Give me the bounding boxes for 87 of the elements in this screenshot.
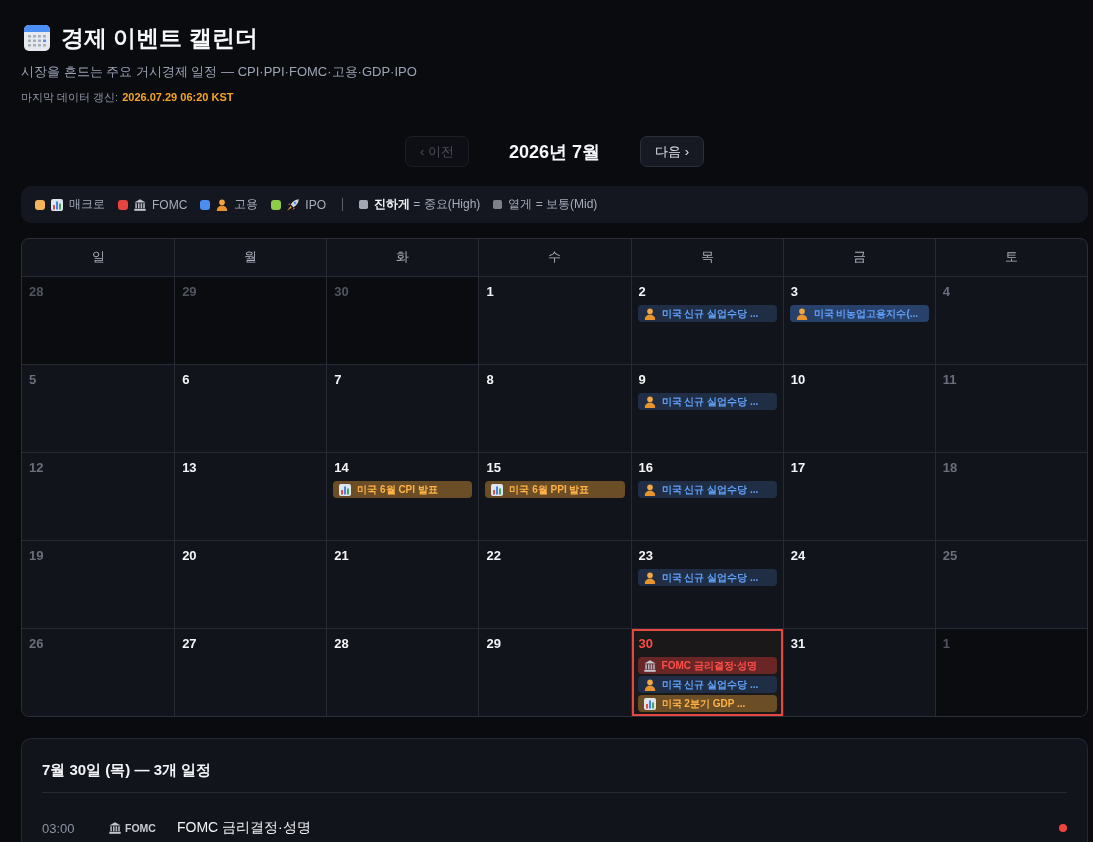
day-number: 28 xyxy=(334,636,349,652)
day-number: 6 xyxy=(182,372,190,388)
legend-label: FOMC xyxy=(152,197,188,212)
person-icon xyxy=(795,307,808,320)
day-number: 11 xyxy=(942,372,957,388)
day-number: 14 xyxy=(334,460,349,476)
day-number: 15 xyxy=(486,460,501,476)
calendar-icon xyxy=(24,25,50,51)
bar-chart-icon xyxy=(51,198,63,211)
day-number: 2 xyxy=(638,284,646,300)
day-number: 4 xyxy=(942,284,951,300)
weekday-header: 일 xyxy=(90,249,106,266)
day-number: 17 xyxy=(790,460,806,476)
event-chip[interactable]: 미국 신규 실업수당 ... xyxy=(637,676,777,693)
day-number: 26 xyxy=(29,636,44,652)
day-number: 1 xyxy=(942,636,951,652)
day-number: 5 xyxy=(29,372,37,388)
day-number: 7 xyxy=(334,372,342,388)
day-number: 28 xyxy=(29,284,44,300)
day-number: 3 xyxy=(790,284,798,300)
building-icon xyxy=(643,659,656,672)
day-number: 18 xyxy=(942,460,958,476)
next-month-button[interactable]: 다음 › xyxy=(640,136,704,167)
person-icon xyxy=(643,395,656,408)
event-chip[interactable]: 미국 신규 실업수당 ... xyxy=(637,569,777,586)
day-number: 29 xyxy=(182,284,197,300)
event-chip[interactable]: 미국 신규 실업수당 ... xyxy=(637,481,777,498)
day-number: 21 xyxy=(334,548,349,564)
event-chip[interactable]: 미국 2분기 GDP ... xyxy=(637,695,777,712)
weekday-header: 토 xyxy=(934,239,1087,276)
event-chip[interactable]: 미국 비농업고용지수(... xyxy=(789,305,929,322)
weekday-header: 수 xyxy=(478,239,631,276)
legend-label: IPO xyxy=(305,197,326,212)
weekday-header: 금 xyxy=(782,239,935,276)
swatch-icon xyxy=(493,200,503,209)
weekday-header: 화 xyxy=(326,239,479,276)
day-number: 12 xyxy=(29,460,44,476)
day-number: 19 xyxy=(29,548,44,564)
update-timestamp: 2026.07.29 06:20 KST xyxy=(122,90,234,105)
day-number: 22 xyxy=(486,548,501,564)
event-chip[interactable]: 미국 6월 PPI 발표 xyxy=(485,481,625,498)
page-subtitle: 시장을 흔드는 주요 거시경제 일정 — CPI·PPI·FOMC·고용·GDP·IPO xyxy=(21,63,417,81)
event-title: FOMC 금리결정·성명 xyxy=(177,819,312,837)
month-title: 2026년 7월 xyxy=(508,140,601,164)
update-label: 마지막 데이터 갱신: xyxy=(21,90,119,105)
rocket-icon xyxy=(287,198,300,211)
day-number: 30 xyxy=(638,636,654,652)
person-icon xyxy=(643,307,656,320)
day-number: 10 xyxy=(790,372,806,388)
person-icon xyxy=(216,198,229,211)
event-chip[interactable]: 미국 6월 CPI 발표 xyxy=(333,481,473,498)
legend-label: 옅게 = 보통(Mid) xyxy=(508,196,598,213)
day-number: 16 xyxy=(638,460,654,476)
day-number: 1 xyxy=(486,284,494,300)
person-icon xyxy=(643,678,656,691)
person-icon xyxy=(643,571,656,584)
day-number: 8 xyxy=(486,372,494,388)
day-number: 30 xyxy=(334,284,349,300)
day-number: 9 xyxy=(638,372,646,388)
event-chip[interactable]: 미국 신규 실업수당 ... xyxy=(637,305,777,322)
bar-chart-icon xyxy=(643,697,656,710)
legend-label: 매크로 xyxy=(69,196,105,213)
day-number: 20 xyxy=(182,548,197,564)
bar-chart-icon xyxy=(491,483,504,496)
day-number: 25 xyxy=(942,548,958,564)
event-chip[interactable]: 미국 신규 실업수당 ... xyxy=(637,393,777,410)
legend-label: 고용 xyxy=(234,196,259,213)
building-icon xyxy=(109,822,121,834)
day-number: 23 xyxy=(638,548,654,564)
legend-label: 진하게 = 중요(High) xyxy=(374,196,481,213)
building-icon xyxy=(134,198,146,211)
bar-chart-icon xyxy=(339,483,352,496)
page-title: 경제 이벤트 캘린더 xyxy=(61,24,258,52)
day-number: 27 xyxy=(182,636,197,652)
day-number: 24 xyxy=(790,548,806,564)
event-chip[interactable]: FOMC 금리결정·성명 xyxy=(637,657,777,674)
weekday-header: 목 xyxy=(630,239,783,276)
detail-title: 7월 30일 (목) — 3개 일정 xyxy=(42,760,212,780)
person-icon xyxy=(643,483,656,496)
day-number: 31 xyxy=(790,636,806,652)
day-cell[interactable]: 30 FOMC 금리결정·성명 미국 신규 실업수당 ... 미국 2분기 GDP ... xyxy=(630,629,783,716)
day-number: 29 xyxy=(486,636,501,652)
weekday-header: 월 xyxy=(174,239,327,276)
event-category: FOMC xyxy=(125,822,156,834)
day-number: 13 xyxy=(182,460,197,476)
event-time: 03:00 xyxy=(42,820,76,836)
swatch-icon xyxy=(359,200,368,209)
